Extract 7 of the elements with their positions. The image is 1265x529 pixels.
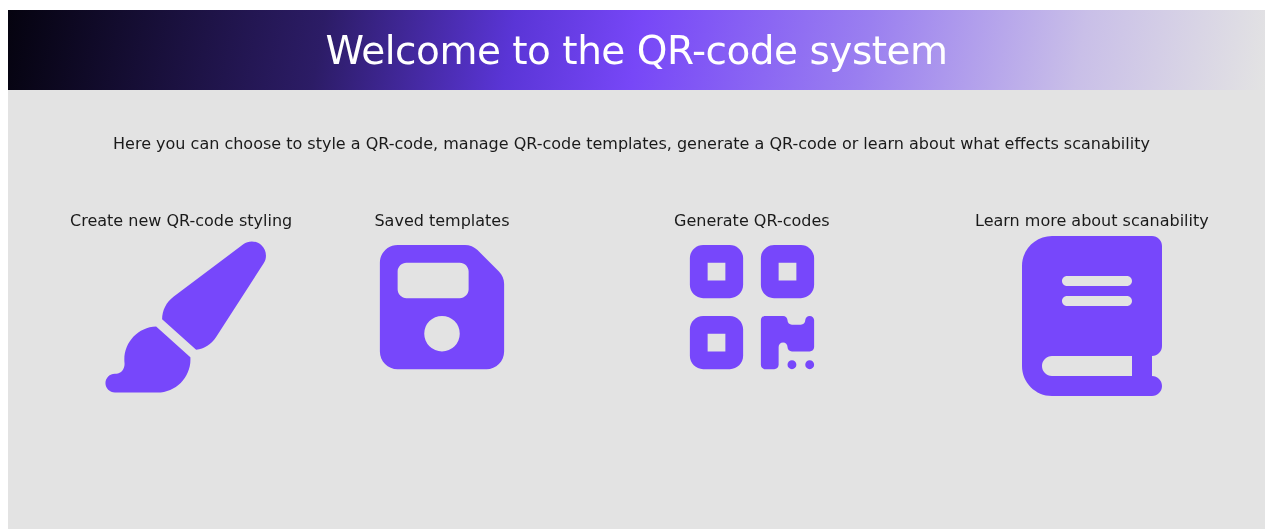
page-title: Welcome to the QR-code system	[325, 27, 948, 73]
book-icon[interactable]	[1021, 236, 1162, 396]
option-label: Learn more about scanability	[975, 211, 1209, 230]
option-label: Create new QR-code styling	[70, 211, 293, 230]
intro-text: Here you can choose to style a QR-code, manage QR-code templates, generate a QR-code or learn about what effects scanability	[112, 134, 1151, 153]
option-label: Saved templates	[374, 211, 510, 230]
option-label: Generate QR-codes	[674, 211, 830, 230]
